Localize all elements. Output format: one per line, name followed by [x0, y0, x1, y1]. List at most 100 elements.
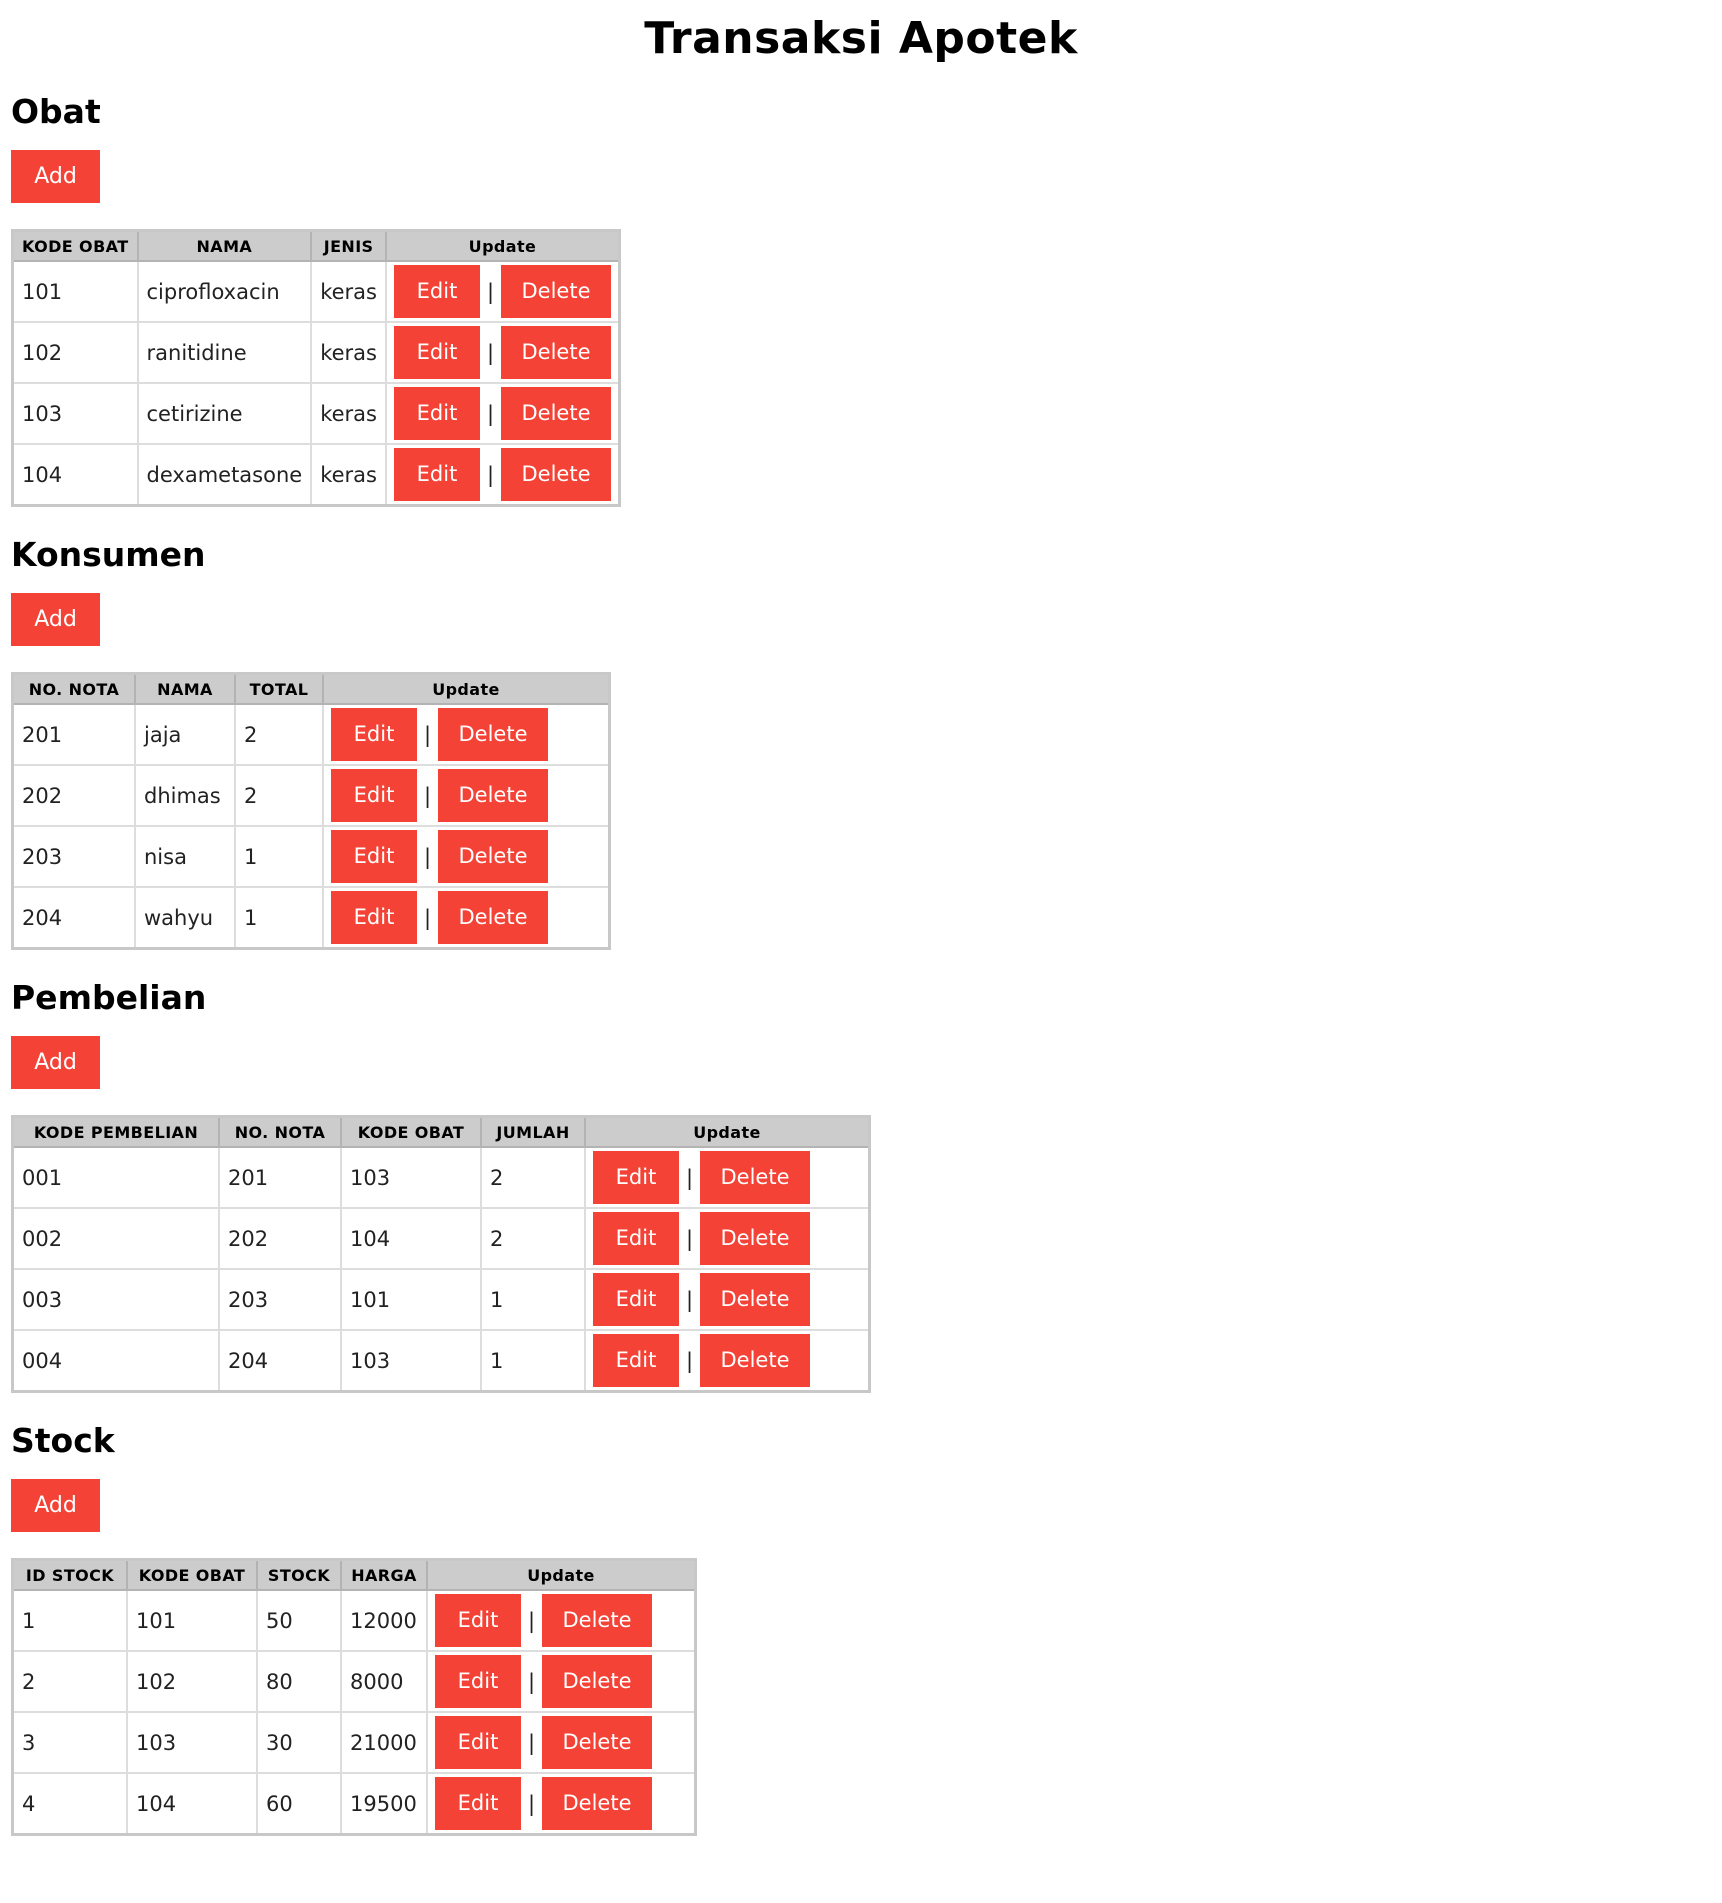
table-cell: 1	[11, 1589, 128, 1652]
section-title-pembelian: Pembelian	[11, 978, 207, 1017]
column-header: Update	[426, 1558, 697, 1591]
delete-button[interactable]: Delete	[500, 387, 611, 440]
delete-button[interactable]: Delete	[542, 1655, 652, 1708]
delete-button[interactable]: Delete	[438, 891, 548, 944]
table-cell: 21000	[340, 1711, 428, 1774]
delete-button[interactable]: Delete	[500, 326, 611, 379]
column-header: ID STOCK	[11, 1558, 128, 1591]
table-cell: cetirizine	[136, 382, 313, 445]
update-cell: Edit | Delete	[322, 703, 611, 766]
table-cell: 203	[11, 825, 136, 888]
action-separator: |	[527, 1791, 536, 1816]
table-header-row: NO. NOTA NAMA TOTAL Update	[11, 672, 611, 705]
section-stock: Stock Add ID STOCK KODE OBAT STOCK HARGA Updat…	[11, 1421, 1711, 1836]
edit-button[interactable]: Edit	[393, 265, 480, 318]
edit-button[interactable]: Edit	[593, 1273, 679, 1326]
delete-button[interactable]: Delete	[500, 448, 611, 501]
edit-button[interactable]: Edit	[435, 1594, 521, 1647]
delete-button[interactable]: Delete	[438, 708, 548, 761]
edit-button[interactable]: Edit	[331, 769, 417, 822]
table-row: 001 201 103 2 Edit | Delete	[11, 1146, 871, 1209]
table-cell: 3	[11, 1711, 128, 1774]
page: Transaksi Apotek Obat Add KODE OBAT NAMA JEN…	[0, 0, 1722, 1836]
edit-button[interactable]: Edit	[331, 891, 417, 944]
delete-button[interactable]: Delete	[700, 1151, 810, 1204]
konsumen-table: NO. NOTA NAMA TOTAL Update 201 jaja 2 Edit | Dele…	[11, 672, 611, 950]
table-cell: 204	[218, 1329, 342, 1393]
table-cell: 4	[11, 1772, 128, 1836]
delete-button[interactable]: Delete	[542, 1777, 652, 1830]
table-row: 203 nisa 1 Edit | Delete	[11, 825, 611, 888]
delete-button[interactable]: Delete	[438, 769, 548, 822]
delete-button[interactable]: Delete	[542, 1716, 652, 1769]
edit-button[interactable]: Edit	[393, 387, 480, 440]
table-cell: 203	[218, 1268, 342, 1331]
column-header: KODE PEMBELIAN	[11, 1115, 220, 1148]
update-cell: Edit | Delete	[322, 886, 611, 950]
delete-button[interactable]: Delete	[542, 1594, 652, 1647]
edit-button[interactable]: Edit	[393, 326, 480, 379]
table-cell: 003	[11, 1268, 220, 1331]
edit-button[interactable]: Edit	[435, 1655, 521, 1708]
delete-button[interactable]: Delete	[700, 1334, 810, 1387]
table-cell: 001	[11, 1146, 220, 1209]
update-cell: Edit | Delete	[384, 260, 621, 323]
action-separator: |	[527, 1608, 536, 1633]
column-header: HARGA	[340, 1558, 428, 1591]
update-cell: Edit | Delete	[426, 1589, 697, 1652]
table-cell: 104	[11, 443, 139, 507]
table-header-row: KODE PEMBELIAN NO. NOTA KODE OBAT JUMLAH Upd…	[11, 1115, 871, 1148]
add-button-row: Add	[11, 132, 1711, 229]
delete-button[interactable]: Delete	[438, 830, 548, 883]
edit-button[interactable]: Edit	[435, 1777, 521, 1830]
column-header: JUMLAH	[480, 1115, 586, 1148]
table-cell: ciprofloxacin	[136, 260, 313, 323]
table-cell: 204	[11, 886, 136, 950]
column-header: NAMA	[134, 672, 236, 705]
add-button-row: Add	[11, 1461, 1711, 1558]
table-row: 201 jaja 2 Edit | Delete	[11, 703, 611, 766]
table-cell: nisa	[134, 825, 236, 888]
delete-button[interactable]: Delete	[700, 1273, 810, 1326]
table-cell: 104	[340, 1207, 482, 1270]
edit-button[interactable]: Edit	[593, 1334, 679, 1387]
add-stock-button[interactable]: Add	[11, 1479, 100, 1532]
delete-button[interactable]: Delete	[700, 1212, 810, 1265]
edit-button[interactable]: Edit	[593, 1151, 679, 1204]
table-cell: 104	[126, 1772, 258, 1836]
table-cell: 2	[11, 1650, 128, 1713]
table-cell: 002	[11, 1207, 220, 1270]
update-cell: Edit | Delete	[322, 825, 611, 888]
action-separator: |	[486, 279, 495, 304]
table-cell: 202	[218, 1207, 342, 1270]
column-header: Update	[322, 672, 611, 705]
table-cell: keras	[310, 443, 387, 507]
add-pembelian-button[interactable]: Add	[11, 1036, 100, 1089]
column-header: KODE OBAT	[11, 229, 139, 262]
edit-button[interactable]: Edit	[331, 830, 417, 883]
table-row: 004 204 103 1 Edit | Delete	[11, 1329, 871, 1393]
edit-button[interactable]: Edit	[435, 1716, 521, 1769]
update-cell: Edit | Delete	[384, 321, 621, 384]
action-separator: |	[486, 340, 495, 365]
action-separator: |	[527, 1669, 536, 1694]
column-header: Update	[384, 229, 621, 262]
add-konsumen-button[interactable]: Add	[11, 593, 100, 646]
column-header: Update	[584, 1115, 871, 1148]
add-obat-button[interactable]: Add	[11, 150, 100, 203]
table-row: 002 202 104 2 Edit | Delete	[11, 1207, 871, 1270]
table-cell: 103	[11, 382, 139, 445]
action-separator: |	[685, 1226, 694, 1251]
add-button-row: Add	[11, 575, 1711, 672]
column-header: KODE OBAT	[126, 1558, 258, 1591]
column-header: NO. NOTA	[218, 1115, 342, 1148]
update-cell: Edit | Delete	[584, 1268, 871, 1331]
update-cell: Edit | Delete	[426, 1772, 697, 1836]
update-cell: Edit | Delete	[426, 1650, 697, 1713]
edit-button[interactable]: Edit	[593, 1212, 679, 1265]
edit-button[interactable]: Edit	[331, 708, 417, 761]
delete-button[interactable]: Delete	[500, 265, 611, 318]
table-cell: 1	[234, 886, 324, 950]
edit-button[interactable]: Edit	[393, 448, 480, 501]
column-header: NO. NOTA	[11, 672, 136, 705]
